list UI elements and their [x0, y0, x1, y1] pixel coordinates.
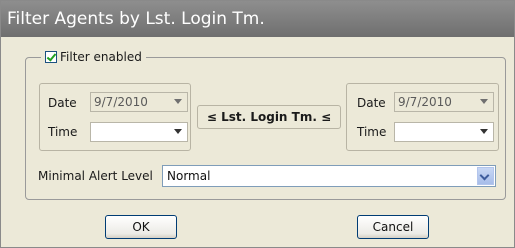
chevron-down-icon[interactable] — [477, 167, 494, 185]
left-time-dropdown[interactable] — [90, 122, 188, 142]
filter-enabled-label: Filter enabled — [60, 50, 142, 64]
window-title: Filter Agents by Lst. Login Tm. — [1, 1, 514, 37]
alert-level-label: Minimal Alert Level — [38, 169, 153, 183]
right-date-value: 9/7/2010 — [398, 95, 452, 109]
filter-enabled-checkbox-row[interactable]: Filter enabled — [41, 48, 146, 66]
chevron-down-icon — [480, 99, 488, 104]
right-time-label: Time — [357, 125, 387, 139]
alert-level-select[interactable]: Normal — [162, 165, 496, 187]
check-icon[interactable] — [45, 51, 57, 63]
ok-button[interactable]: OK — [105, 215, 177, 239]
cancel-button[interactable]: Cancel — [357, 215, 429, 239]
left-date-dropdown[interactable]: 9/7/2010 — [90, 92, 188, 112]
left-time-label: Time — [48, 125, 78, 139]
right-date-dropdown[interactable]: 9/7/2010 — [394, 92, 494, 112]
chevron-down-icon — [480, 129, 488, 134]
alert-level-value: Normal — [167, 169, 211, 183]
left-date-value: 9/7/2010 — [94, 95, 148, 109]
right-time-dropdown[interactable] — [394, 122, 494, 142]
chevron-down-icon — [174, 99, 182, 104]
chevron-down-icon — [174, 129, 182, 134]
filter-dialog: Filter Agents by Lst. Login Tm. Filter e… — [0, 0, 515, 248]
operator-label: ≤ Lst. Login Tm. ≤ — [197, 105, 341, 129]
left-date-label: Date — [48, 96, 77, 110]
right-date-label: Date — [357, 96, 386, 110]
